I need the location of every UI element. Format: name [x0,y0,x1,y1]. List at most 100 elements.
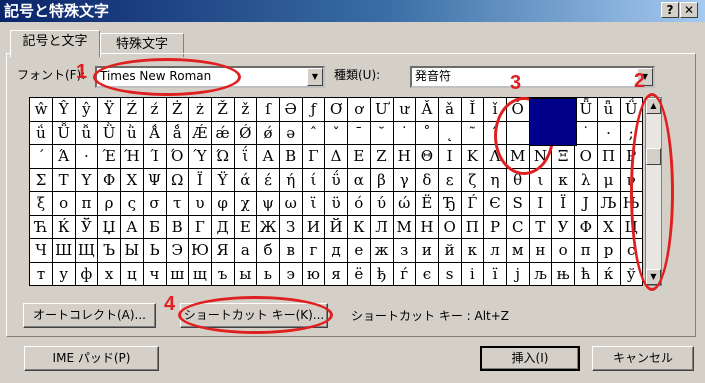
character-cell[interactable]: ſ [257,98,280,122]
character-cell[interactable]: Ŷ [52,98,76,122]
character-cell[interactable]: Β [279,145,303,169]
character-cell[interactable]: ˘ [370,121,394,146]
character-cell[interactable]: Ǻ [143,121,167,146]
character-cell[interactable]: έ [257,168,280,193]
character-cell[interactable]: η [484,168,507,193]
character-cell[interactable]: е [347,239,371,263]
subset-select[interactable]: 発音符 ▼ [410,66,655,88]
character-cell[interactable]: Н [415,215,439,240]
character-cell[interactable]: т [30,262,53,287]
character-cell[interactable]: ќ [597,262,621,287]
character-cell[interactable]: Σ [30,168,53,193]
character-cell[interactable]: М [393,215,417,240]
character-cell[interactable]: Ź [120,98,144,122]
character-cell[interactable]: ά [234,168,258,193]
character-cell[interactable]: Ž [211,98,235,122]
character-cell[interactable]: Ћ [30,215,53,240]
character-cell[interactable]: Ǜ [98,121,122,146]
character-cell[interactable]: ˇ [325,121,349,146]
character-cell[interactable]: о [552,239,576,263]
character-cell[interactable]: ω [279,192,303,216]
character-cell[interactable]: · [75,145,99,169]
character-cell[interactable]: φ [211,192,235,216]
close-button[interactable]: ✕ [680,2,698,18]
character-cell[interactable]: Ж [257,215,280,240]
character-cell[interactable]: є [415,262,439,287]
character-cell[interactable]: Π [597,145,621,169]
character-cell[interactable]: ђ [370,262,394,287]
character-cell[interactable]: Ч [30,239,53,263]
character-cell[interactable]: ƒ [302,98,326,122]
character-cell[interactable]: ǚ [75,121,99,146]
character-cell[interactable]: ǖ [597,98,621,122]
character-cell[interactable]: Ή [120,145,144,169]
character-cell[interactable]: ˙ [574,121,598,146]
character-cell[interactable]: Ǖ [574,98,598,122]
character-cell[interactable]: м [506,239,530,263]
character-cell[interactable]: И [302,215,326,240]
character-cell[interactable]: ΄ [30,145,53,169]
character-cell[interactable]: у [52,262,76,287]
character-cell[interactable]: Γ [302,145,326,169]
character-cell[interactable]: Ω [166,168,190,193]
character-cell[interactable]: ь [257,262,280,287]
character-cell[interactable]: Г [188,215,212,240]
character-cell[interactable]: Ь [143,239,167,263]
character-cell[interactable]: ї [484,262,507,287]
character-cell[interactable]: Л [370,215,394,240]
character-cell[interactable]: У [552,215,576,240]
character-cell[interactable]: Ф [574,215,598,240]
character-cell[interactable]: Р [484,215,507,240]
character-cell[interactable]: Ǎ [415,98,439,122]
character-cell[interactable]: к [461,239,485,263]
character-grid[interactable]: ŵŶŷŸŹźŻżŽžſƏƒƠơƯưǍǎǏǐǑǔǕǖǗǘǙǚǛǜǺǻǼǽǾǿəˆˇ… [29,97,644,287]
character-cell[interactable]: Ю [188,239,212,263]
character-cell[interactable]: ϊ [302,192,326,216]
character-cell[interactable]: Ι [438,145,462,169]
character-cell[interactable]: ώ [393,192,417,216]
character-cell[interactable]: п [574,239,598,263]
character-cell[interactable]: д [325,239,349,263]
character-cell[interactable]: Я [211,239,235,263]
character-cell[interactable]: ѕ [438,262,462,287]
character-cell[interactable]: ѓ [393,262,417,287]
character-cell[interactable]: μ [597,168,621,193]
character-cell[interactable]: Ќ [52,215,76,240]
character-cell[interactable]: ư [393,98,417,122]
character-cell[interactable]: Ί [143,145,167,169]
character-cell[interactable]: р [597,239,621,263]
character-cell[interactable]: Θ [415,145,439,169]
character-cell[interactable]: ǻ [166,121,190,146]
character-cell[interactable]: α [347,168,371,193]
character-cell[interactable]: я [325,262,349,287]
character-cell[interactable]: ί [302,168,326,193]
character-cell[interactable]: ж [370,239,394,263]
chevron-down-icon[interactable]: ▼ [307,68,323,86]
character-cell[interactable]: щ [188,262,212,287]
character-cell[interactable]: υ [188,192,212,216]
character-cell[interactable]: λ [574,168,598,193]
ime-pad-button[interactable]: IME パッド(P) [24,346,159,371]
character-cell-selected[interactable] [529,98,578,146]
character-cell[interactable]: Ǐ [461,98,485,122]
character-cell[interactable]: С [506,215,530,240]
character-cell[interactable]: Κ [461,145,485,169]
character-cell[interactable]: ΐ [234,145,258,169]
character-cell[interactable]: љ [529,262,553,287]
character-cell[interactable]: Ш [52,239,76,263]
character-cell[interactable]: Ώ [211,145,235,169]
character-cell[interactable]: ы [234,262,258,287]
character-cell[interactable]: ю [302,262,326,287]
character-cell[interactable]: Э [166,239,190,263]
character-cell[interactable]: ŵ [30,98,53,122]
character-cell[interactable]: б [257,239,280,263]
character-cell[interactable]: ž [234,98,258,122]
character-cell[interactable]: В [166,215,190,240]
character-cell[interactable]: ˛ [438,121,462,146]
character-cell[interactable]: Ά [52,145,76,169]
character-cell[interactable]: Ъ [98,239,122,263]
character-cell[interactable]: г [302,239,326,263]
character-cell[interactable]: Ψ [143,168,167,193]
character-cell[interactable]: ς [120,192,144,216]
character-cell[interactable]: Х [597,215,621,240]
